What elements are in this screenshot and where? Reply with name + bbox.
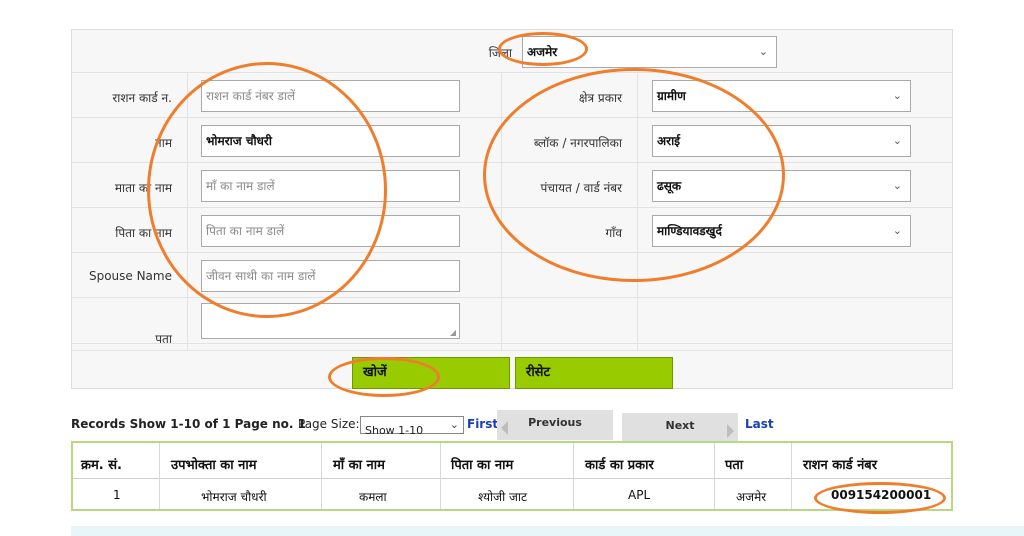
- left-arrow-icon: [501, 421, 508, 435]
- address-label: पता: [155, 332, 172, 346]
- chevron-down-icon: ⌄: [892, 134, 902, 147]
- header-serial: क्रम. सं.: [81, 458, 122, 473]
- previous-button[interactable]: Previous: [497, 410, 613, 440]
- name-input[interactable]: भोमराज चौधरी: [201, 125, 460, 157]
- address-textarea[interactable]: ◢: [201, 303, 460, 339]
- spouse-name-label: Spouse Name: [88, 269, 172, 283]
- name-label: नाम: [155, 136, 172, 150]
- page-size-label: Page Size:: [298, 417, 360, 431]
- header-card-type: कार्ड का प्रकार: [585, 458, 654, 473]
- pager: Records Show 1-10 of 1 Page no. 1 Page S…: [71, 410, 951, 443]
- header-ration-card-number: राशन कार्ड नंबर: [803, 458, 878, 473]
- page-size-value: Show 1-10: [365, 424, 424, 437]
- cell-serial: 1: [113, 488, 121, 502]
- chevron-down-icon: ⌄: [892, 224, 902, 237]
- resize-grip-icon: ◢: [449, 328, 456, 337]
- chevron-down-icon: ⌄: [449, 418, 459, 431]
- village-label: गाँव: [605, 226, 622, 240]
- column-divider: [791, 443, 792, 509]
- cell-father-name: श्योजी जाट: [478, 490, 528, 504]
- records-info: Records Show 1-10 of 1 Page no. 1: [71, 417, 306, 431]
- header-address: पता: [725, 458, 744, 473]
- ration-card-label: राशन कार्ड न.: [112, 91, 172, 105]
- reset-button[interactable]: रीसेट: [515, 357, 673, 389]
- row-divider: [72, 350, 952, 351]
- row-divider: [72, 162, 952, 163]
- column-divider: [187, 73, 188, 350]
- district-select[interactable]: अजमेर ⌄: [522, 36, 777, 68]
- block-value: अराई: [657, 134, 681, 148]
- area-type-select[interactable]: ग्रामीण ⌄: [652, 80, 911, 112]
- cell-card-type: APL: [628, 488, 651, 502]
- last-link[interactable]: Last: [745, 417, 774, 431]
- search-button[interactable]: खोजें: [352, 357, 510, 389]
- row-divider: [72, 297, 952, 298]
- first-link[interactable]: First: [467, 417, 498, 431]
- row-divider: [72, 207, 952, 208]
- column-divider: [573, 443, 574, 509]
- ration-card-number-link[interactable]: 009154200001: [831, 488, 931, 502]
- footer-bar: [71, 526, 1024, 536]
- row-divider: [72, 343, 952, 344]
- panchayat-select[interactable]: ढसूक ⌄: [652, 170, 911, 202]
- column-divider: [714, 443, 715, 509]
- column-divider: [321, 443, 322, 509]
- spouse-name-input[interactable]: जीवन साथी का नाम डालें: [201, 260, 460, 292]
- row-divider: [72, 117, 952, 118]
- records-label: Records Show 1-10 of 1 Page no.: [71, 417, 294, 431]
- header-mother-name: माँ का नाम: [333, 458, 385, 473]
- results-table: क्रम. सं. उपभोक्ता का नाम माँ का नाम पित…: [71, 441, 953, 511]
- block-label: ब्लॉक / नगरपालिका: [533, 136, 622, 150]
- cell-address: अजमेर: [736, 490, 767, 504]
- area-type-value: ग्रामीण: [657, 89, 686, 103]
- district-value: अजमेर: [527, 45, 558, 59]
- page-size-select[interactable]: Show 1-10 ⌄: [360, 416, 464, 437]
- row-divider: [72, 252, 952, 253]
- search-form: जिला अजमेर ⌄ राशन कार्ड न. राशन कार्ड नं…: [71, 29, 953, 389]
- area-type-label: क्षेत्र प्रकार: [578, 91, 622, 105]
- mother-name-label: माता का नाम: [114, 181, 172, 195]
- father-name-label: पिता का नाम: [115, 226, 172, 240]
- mother-name-input[interactable]: माँ का नाम डालें: [201, 170, 460, 202]
- panchayat-label: पंचायत / वार्ड नंबर: [540, 181, 622, 195]
- column-divider: [637, 73, 638, 350]
- previous-label: Previous: [528, 416, 582, 429]
- right-arrow-icon: [727, 424, 734, 438]
- next-label: Next: [665, 419, 695, 432]
- column-divider: [440, 443, 441, 509]
- column-divider: [501, 73, 502, 350]
- chevron-down-icon: ⌄: [758, 45, 768, 58]
- block-select[interactable]: अराई ⌄: [652, 125, 911, 157]
- cell-mother-name: कमला: [359, 490, 387, 504]
- panchayat-value: ढसूक: [657, 179, 682, 193]
- village-select[interactable]: माण्डियावडखुर्द ⌄: [652, 215, 911, 247]
- chevron-down-icon: ⌄: [892, 179, 902, 192]
- row-divider: [72, 72, 952, 73]
- header-consumer-name: उपभोक्ता का नाम: [171, 458, 257, 473]
- header-father-name: पिता का नाम: [451, 458, 514, 473]
- village-value: माण्डियावडखुर्द: [657, 224, 722, 238]
- column-divider: [159, 443, 160, 509]
- cell-consumer-name: भोमराज चौधरी: [201, 490, 267, 504]
- next-button[interactable]: Next: [622, 413, 738, 443]
- father-name-input[interactable]: पिता का नाम डालें: [201, 215, 460, 247]
- ration-card-input[interactable]: राशन कार्ड नंबर डालें: [201, 80, 460, 112]
- chevron-down-icon: ⌄: [892, 89, 902, 102]
- district-label: जिला: [488, 46, 512, 60]
